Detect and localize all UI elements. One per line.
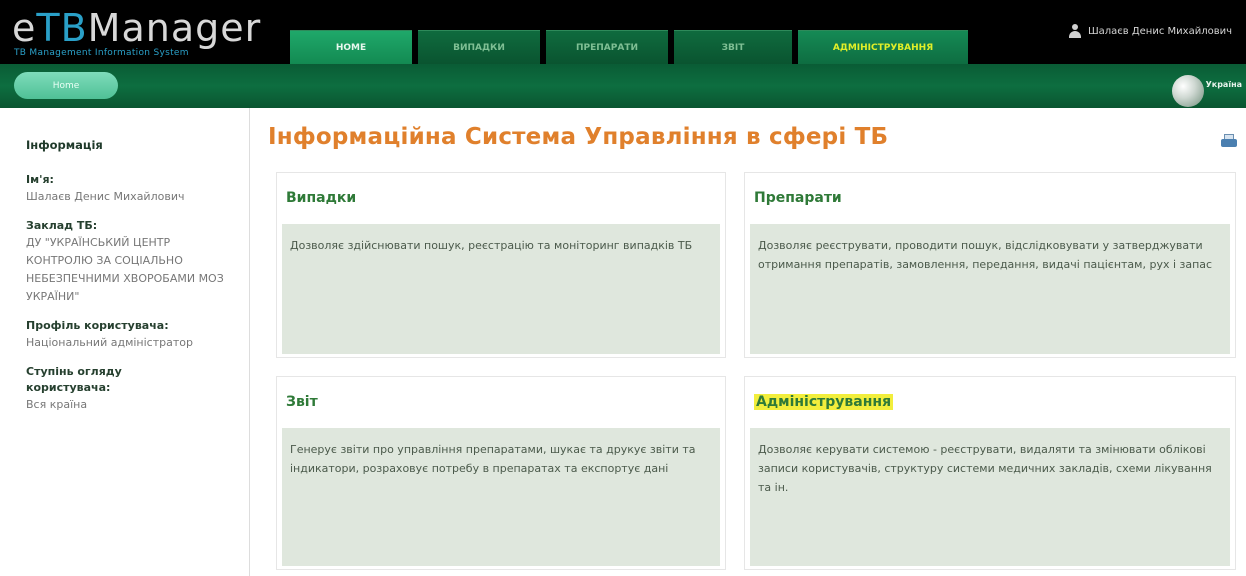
app-logo: eTBManager [12,8,261,48]
logo-subtitle: TB Management Information System [14,48,189,58]
globe-icon[interactable] [1172,75,1204,107]
card-text: Генерує звіти про управління препаратами… [282,428,720,566]
tab-cases[interactable]: ВИПАДКИ [418,30,540,64]
logo-prefix: e [12,6,37,50]
tab-reports[interactable]: ЗВІТ [674,30,792,64]
tab-medicines[interactable]: ПРЕПАРАТИ [546,30,668,64]
user-name: Шалаєв Денис Михайлович [1087,25,1232,37]
facility-label: Заклад ТБ: [26,219,98,232]
card-administration[interactable]: Адміністрування Дозволяє керувати систем… [744,376,1236,570]
home-button[interactable]: Home [14,72,118,99]
main-tabs: HOME ВИПАДКИ ПРЕПАРАТИ ЗВІТ АДМІНІСТРУВА… [290,30,968,64]
facility-value: ДУ "УКРАЇНСЬКИЙ ЦЕНТР КОНТРОЛЮ ЗА СОЦІАЛ… [26,236,224,303]
view-level-value: Вся країна [26,398,88,411]
card-cases[interactable]: Випадки Дозволяє здійснювати пошук, реєс… [276,172,726,358]
card-medicines[interactable]: Препарати Дозволяє реєструвати, проводит… [744,172,1236,358]
logo-accent: TB [36,6,88,50]
card-text: Дозволяє здійснювати пошук, реєстрацію т… [282,224,720,354]
logo-rest: Manager [87,6,262,50]
tab-home[interactable]: HOME [290,30,412,64]
tab-administration[interactable]: АДМІНІСТРУВАННЯ [798,30,968,64]
name-value: Шалаєв Денис Михайлович [26,190,185,203]
profile-value: Національний адміністратор [26,336,193,349]
main-content: Інформаційна Система Управління в сфері … [264,108,1246,576]
view-level-label: Ступінь огляду користувача: [26,365,122,394]
user-icon [1068,24,1082,38]
card-text: Дозволяє керувати системою - реєструвати… [750,428,1230,566]
sidebar-heading: Інформація [26,138,103,152]
card-title[interactable]: Звіт [282,382,720,428]
print-icon[interactable] [1220,134,1238,150]
name-label: Ім'я: [26,173,54,186]
app-window: eTBManager TB Management Information Sys… [0,0,1246,576]
info-sidebar: Інформація Ім'я: Шалаєв Денис Михайлович… [0,108,250,576]
language-label[interactable]: Україна [1206,80,1242,89]
card-title[interactable]: Випадки [282,178,720,224]
card-title[interactable]: Адміністрування [754,394,894,410]
page-title: Інформаційна Система Управління в сфері … [268,124,889,150]
header-bar: eTBManager TB Management Information Sys… [0,0,1246,64]
card-reports[interactable]: Звіт Генерує звіти про управління препар… [276,376,726,570]
card-title-wrap[interactable]: Адміністрування [750,382,1230,428]
card-title[interactable]: Препарати [750,178,1230,224]
card-text: Дозволяє реєструвати, проводити пошук, в… [750,224,1230,354]
profile-label: Профіль користувача: [26,319,169,332]
nav-bar: Home Україна [0,64,1246,108]
user-info[interactable]: Шалаєв Денис Михайлович [1068,24,1232,38]
